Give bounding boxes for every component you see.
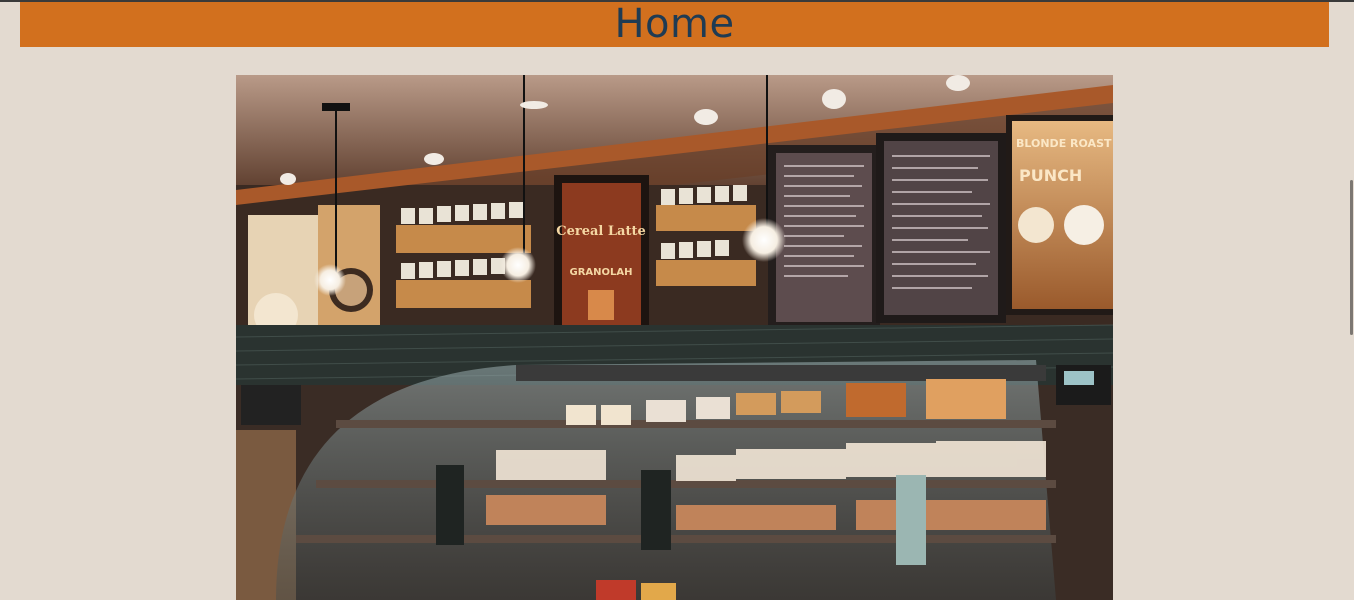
page-header: Home <box>20 2 1329 47</box>
page-title: Home <box>614 1 735 47</box>
menu-board-blonde-heading: BLONDE ROAST <box>1016 137 1112 150</box>
menu-board-punch-heading: PUNCH <box>1019 166 1082 185</box>
hero-image: Cereal Latte GRANOLAH BLONDE ROAST PUNCH <box>236 75 1113 600</box>
menu-board-cereal-heading: Cereal Latte <box>556 224 645 239</box>
menu-board-cereal-sub: GRANOLAH <box>570 267 633 278</box>
pastry-display-case <box>276 360 1056 600</box>
register <box>241 385 301 425</box>
page-scrollbar[interactable] <box>1350 180 1353 335</box>
